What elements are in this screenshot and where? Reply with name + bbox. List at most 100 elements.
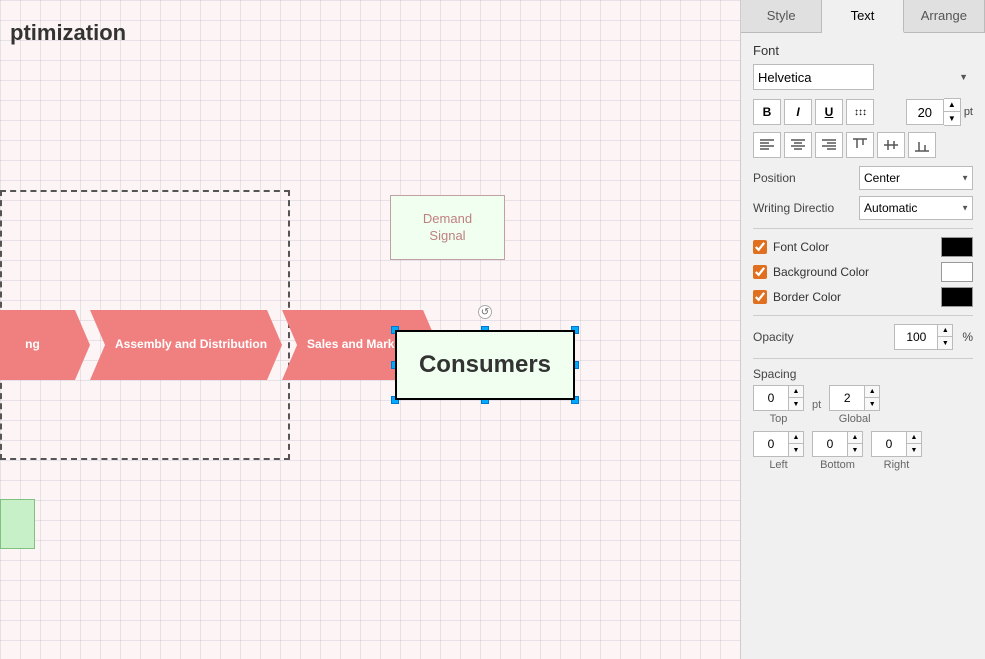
consumers-wrapper[interactable]: ↺ Consumers: [385, 320, 585, 410]
position-select[interactable]: Center Left Right: [859, 166, 973, 190]
left-up[interactable]: ▲: [789, 432, 803, 444]
italic-button[interactable]: I: [784, 99, 812, 125]
tab-text[interactable]: Text: [822, 0, 903, 33]
valign-top-button[interactable]: [846, 132, 874, 158]
bold-button[interactable]: B: [753, 99, 781, 125]
underline-button[interactable]: U: [815, 99, 843, 125]
opacity-down[interactable]: ▼: [938, 337, 952, 349]
tab-style[interactable]: Style: [741, 0, 822, 32]
font-color-checkbox[interactable]: [753, 240, 767, 254]
left-input-wrap: ▲ ▼: [753, 431, 804, 457]
bottom-input-wrap: ▲ ▼: [812, 431, 863, 457]
font-size-stepper: ▲ ▼: [944, 98, 961, 126]
right-down[interactable]: ▼: [907, 444, 921, 456]
top-down[interactable]: ▼: [789, 398, 803, 410]
right-stepper: ▲ ▼: [906, 432, 921, 456]
writing-direction-select[interactable]: Automatic LTR RTL: [859, 196, 973, 220]
right-input-wrap: ▲ ▼: [871, 431, 922, 457]
font-size-up[interactable]: ▲: [944, 99, 960, 112]
font-size-unit: pt: [964, 106, 973, 118]
valign-middle-button[interactable]: [877, 132, 905, 158]
writing-direction-select-wrap: Automatic LTR RTL: [859, 196, 973, 220]
writing-direction-row: Writing Directio Automatic LTR RTL: [753, 196, 973, 220]
top-input[interactable]: [754, 386, 788, 410]
rotate-handle[interactable]: ↺: [478, 305, 492, 319]
border-color-row: Border Color: [753, 287, 973, 307]
opacity-stepper: ▲ ▼: [937, 325, 952, 349]
top-up[interactable]: ▲: [789, 386, 803, 398]
left-down[interactable]: ▼: [789, 444, 803, 456]
left-spacing-group: ▲ ▼ Left: [753, 431, 804, 471]
background-color-swatch[interactable]: [941, 262, 973, 282]
spacing-label: Spacing: [753, 367, 973, 381]
consumers-box[interactable]: Consumers: [395, 330, 575, 400]
writing-direction-label: Writing Directio: [753, 201, 853, 215]
panel-content: Font Helvetica Arial Times New Roman B I…: [741, 33, 985, 659]
background-color-row: Background Color: [753, 262, 973, 282]
arrow-shape-assembly[interactable]: Assembly and Distribution: [90, 310, 282, 380]
opacity-label: Opacity: [753, 330, 888, 344]
border-color-label: Border Color: [773, 290, 935, 304]
right-panel: Style Text Arrange Font Helvetica Arial …: [740, 0, 985, 659]
right-input[interactable]: [872, 432, 906, 456]
font-color-label: Font Color: [773, 240, 935, 254]
tab-arrange[interactable]: Arrange: [904, 0, 985, 32]
canvas[interactable]: ptimization DemandSignal ng Assembly and…: [0, 0, 740, 659]
font-select[interactable]: Helvetica Arial Times New Roman: [753, 64, 874, 90]
global-input[interactable]: [830, 386, 864, 410]
bottom-label: Bottom: [820, 459, 855, 471]
global-stepper: ▲ ▼: [864, 386, 879, 410]
divider-3: [753, 358, 973, 359]
position-row: Position Center Left Right: [753, 166, 973, 190]
align-right-button[interactable]: [815, 132, 843, 158]
top-stepper: ▲ ▼: [788, 386, 803, 410]
opacity-input[interactable]: [895, 325, 937, 349]
bottom-down[interactable]: ▼: [848, 444, 862, 456]
opacity-up[interactable]: ▲: [938, 325, 952, 337]
flow-container: ng Assembly and Distribution Sales and M…: [0, 310, 438, 380]
top-spacing-group: ▲ ▼ Top: [753, 385, 804, 425]
border-color-checkbox[interactable]: [753, 290, 767, 304]
global-input-wrap: ▲ ▼: [829, 385, 880, 411]
background-color-checkbox[interactable]: [753, 265, 767, 279]
font-color-swatch[interactable]: [941, 237, 973, 257]
right-spacing-group: ▲ ▼ Right: [871, 431, 922, 471]
bottom-input[interactable]: [813, 432, 847, 456]
position-select-wrap: Center Left Right: [859, 166, 973, 190]
small-green-box[interactable]: [0, 499, 35, 549]
border-color-swatch[interactable]: [941, 287, 973, 307]
global-spacing-group: ▲ ▼ Global: [829, 385, 880, 425]
arrow-shape-ng[interactable]: ng: [0, 310, 90, 380]
opacity-unit: %: [962, 330, 973, 344]
align-row-horiz: [753, 132, 973, 158]
left-label: Left: [769, 459, 787, 471]
divider-1: [753, 228, 973, 229]
opacity-row: Opacity ▲ ▼ %: [753, 324, 973, 350]
font-size-input[interactable]: [906, 99, 944, 125]
tabs: Style Text Arrange: [741, 0, 985, 33]
font-dropdown: Helvetica Arial Times New Roman: [753, 64, 973, 90]
font-select-wrapper: Helvetica Arial Times New Roman: [753, 64, 973, 90]
spacing-bottom-inputs: ▲ ▼ Left ▲ ▼: [753, 431, 973, 471]
bottom-up[interactable]: ▲: [848, 432, 862, 444]
right-label: Right: [884, 459, 910, 471]
stretch-button[interactable]: ↕↕↕: [846, 99, 874, 125]
align-center-button[interactable]: [784, 132, 812, 158]
global-down[interactable]: ▼: [865, 398, 879, 410]
assembly-label: Assembly and Distribution: [115, 337, 267, 353]
global-label: Global: [839, 413, 871, 425]
background-color-label: Background Color: [773, 265, 935, 279]
demand-signal-box[interactable]: DemandSignal: [390, 195, 505, 260]
top-label: Top: [770, 413, 788, 425]
spacing-top-inputs: ▲ ▼ Top pt: [753, 385, 973, 425]
valign-bottom-button[interactable]: [908, 132, 936, 158]
canvas-title: ptimization: [10, 20, 126, 46]
bottom-stepper: ▲ ▼: [847, 432, 862, 456]
global-up[interactable]: ▲: [865, 386, 879, 398]
font-size-down[interactable]: ▼: [944, 112, 960, 125]
right-up[interactable]: ▲: [907, 432, 921, 444]
divider-2: [753, 315, 973, 316]
font-color-row: Font Color: [753, 237, 973, 257]
left-input[interactable]: [754, 432, 788, 456]
align-left-button[interactable]: [753, 132, 781, 158]
